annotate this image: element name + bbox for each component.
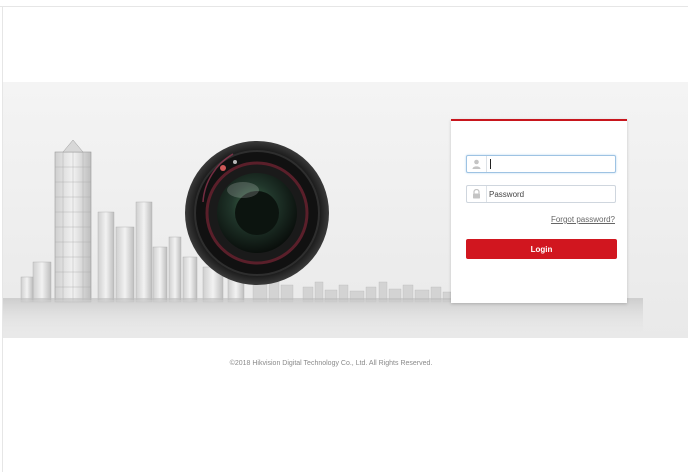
- password-field[interactable]: [466, 185, 616, 203]
- login-button[interactable]: Login: [466, 239, 617, 259]
- lock-icon: [467, 186, 487, 202]
- text-cursor: [490, 159, 491, 169]
- camera-lens-graphic: [185, 141, 329, 285]
- window-top-border: [0, 6, 688, 7]
- login-panel: Forgot password? Login: [451, 119, 627, 303]
- forgot-password-link[interactable]: Forgot password?: [551, 215, 615, 224]
- username-field[interactable]: [466, 155, 616, 173]
- user-icon: [467, 156, 487, 172]
- username-input[interactable]: [489, 157, 613, 171]
- copyright-footer: ©2018 Hikvision Digital Technology Co., …: [229, 360, 433, 367]
- password-input[interactable]: [489, 187, 613, 201]
